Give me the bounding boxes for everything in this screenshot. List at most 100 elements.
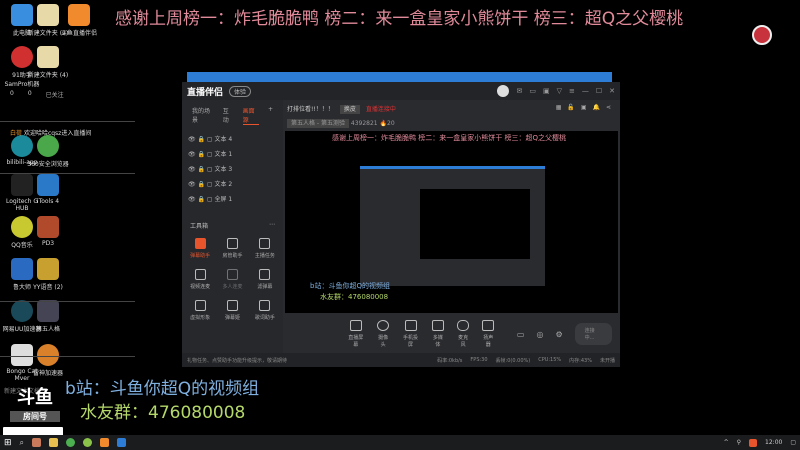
microphone-button[interactable]: 麦克风 (457, 320, 470, 348)
skin-icon[interactable]: ▣ (543, 87, 550, 95)
tab-interact[interactable]: 互动 (223, 106, 234, 125)
background-window (187, 72, 612, 82)
folder-icon[interactable] (49, 438, 59, 447)
control-bar: 直播屏幕 摄像头 手机投屏 多媒体 麦克风 扬声器 ▭ ◎ ⚙ 连接中... (285, 315, 618, 353)
microphone-icon (457, 320, 470, 331)
desktop-icon[interactable]: 360安全浏览器 (26, 135, 70, 168)
tool-item[interactable]: 视频连麦 (184, 269, 216, 290)
layer-label: 文本 1 (214, 151, 233, 158)
browser2-icon[interactable] (83, 438, 93, 447)
followed-label: 已关注 (45, 92, 64, 99)
bili-overlay-text: b站：斗鱼你超Q的视频组 (65, 379, 260, 399)
tool-item[interactable]: 滤弹幕 (249, 269, 281, 290)
douyu-taskbar-icon[interactable] (100, 438, 110, 447)
tool-item[interactable]: 多人连麦 (216, 269, 248, 290)
chevron-up-icon[interactable]: ^ (724, 439, 729, 446)
tool-label: 弹幕姬 (224, 315, 240, 321)
control-label: 直播屏幕 (348, 335, 364, 348)
speaker-button[interactable]: 扬声器 (482, 320, 495, 348)
fps: FPS:30 (470, 357, 488, 363)
download-icon (226, 269, 238, 280)
avatar[interactable] (497, 85, 510, 97)
admin-icon (226, 238, 238, 249)
hot-count: 20 (387, 120, 395, 127)
divider (0, 121, 135, 122)
add-source-icon[interactable]: + (268, 106, 273, 125)
game-category[interactable]: 第五人格 - 第五测验 (287, 119, 349, 128)
danmu-icon (194, 238, 206, 249)
icon-label: 斗鱼直播伴侣 (60, 30, 97, 37)
tool-item[interactable]: 歌词助手 (249, 300, 281, 321)
tool-item[interactable]: 虚拟形象 (184, 300, 216, 321)
tray-app-icon[interactable] (749, 438, 758, 447)
phone-cast-button[interactable]: 手机投屏 (402, 320, 420, 348)
maximize-icon[interactable]: ☐ (596, 87, 602, 95)
title-bar: 直播伴侣 体验 ✉ ▭ ▣ ▽ ≡ — ☐ ✕ (182, 82, 620, 100)
preview-qq-text: 水友群：476080008 (320, 293, 389, 301)
icon-label: 360安全浏览器 (27, 161, 69, 168)
preview-bili-text: b站：斗鱼你超Q的视频组 (310, 282, 390, 290)
tool-item[interactable]: 房管助手 (216, 238, 248, 259)
network-icon[interactable]: ⚲ (737, 439, 741, 446)
menu-icon[interactable]: ≡ (569, 87, 575, 95)
settings-icon[interactable]: ⚙ (555, 330, 562, 339)
icon-label: PD3 (41, 240, 55, 247)
message-icon[interactable]: ▭ (529, 87, 536, 95)
status-tip[interactable]: 礼物任务、点赞助手功能升级提示，敬请期待 (187, 357, 287, 364)
record-video-icon[interactable]: ▭ (517, 330, 525, 339)
room-title[interactable]: 打排位看!!！！！ (287, 106, 334, 113)
desktop-icon[interactable]: 雷神加速器 (26, 344, 70, 377)
eye-icon[interactable]: ◎ (536, 330, 543, 339)
phone-icon (404, 320, 417, 331)
stream-preview[interactable]: 感谢上周榜一：炸毛脆脆鸭 榜二：来一盒皇家小熊饼干 榜三：超Q之父樱桃 b站：斗… (285, 131, 618, 313)
toolbox: 工具箱 ⋯ 弹幕助手 房管助手 主播任务 视频连麦 多人连麦 滤弹幕 虚拟形象 弹… (182, 221, 283, 329)
tool-item[interactable]: 弹幕助手 (184, 238, 216, 259)
record-icon[interactable] (752, 25, 772, 45)
app-taskbar-icon[interactable] (117, 438, 127, 447)
douyu-logo: 斗鱼 房间号 (10, 383, 60, 422)
minimize-icon[interactable]: — (582, 87, 589, 95)
app-logo: 直播伴侣 (187, 87, 224, 98)
desktop-icon[interactable]: 第五人格 (26, 300, 70, 333)
tool-item[interactable]: 主播任务 (249, 238, 281, 259)
tab-sources[interactable]: 画面源 (242, 106, 259, 125)
start-live-button[interactable]: 连接中... (574, 323, 612, 345)
mail-icon[interactable]: ✉ (516, 87, 522, 95)
screen-capture-button[interactable]: 直播屏幕 (347, 320, 365, 348)
browser-icon[interactable] (66, 438, 76, 447)
more-icon[interactable]: ⋯ (269, 221, 275, 230)
filter-icon[interactable]: ▽ (557, 87, 562, 95)
tab-my-scenes[interactable]: 我的场景 (192, 106, 214, 125)
desktop-icon[interactable]: 新建文件夹 (4) (26, 46, 70, 79)
room-id: 4392821 (350, 120, 378, 127)
icon-label: 第五人格 (35, 326, 60, 333)
taskbar-app-icon[interactable] (32, 438, 42, 447)
desktop-icon[interactable]: 斗鱼直播伴侣 (57, 4, 101, 37)
danmu-counters: 0 0 已关注 (10, 90, 130, 99)
notification-icon[interactable]: ▢ (790, 439, 796, 446)
layer-item[interactable]: 👁 🔒 ▢ 文本 1 (182, 146, 283, 161)
room-action-icons[interactable]: ▦🔓▣🔔⋖ (556, 104, 617, 111)
layer-item[interactable]: 👁 🔒 ▢ 文本 2 (182, 176, 283, 191)
desktop-icon[interactable]: PD3 (26, 216, 70, 247)
category-tag[interactable]: 换皮 (339, 105, 360, 114)
tool-label: 主播任务 (254, 253, 275, 259)
icon-label: YY语音 (2) (33, 284, 63, 291)
tool-item[interactable]: 弹幕姬 (216, 300, 248, 321)
layer-label: 文本 3 (214, 166, 233, 173)
clock[interactable]: 12:00 (765, 439, 782, 446)
version-button[interactable]: 体验 (229, 85, 252, 97)
windows-start-icon[interactable]: ⊞ (4, 438, 12, 448)
layer-item[interactable]: 👁 🔒 ▢ 文本 3 (182, 161, 283, 176)
search-icon[interactable]: ⌕ (20, 438, 24, 448)
close-icon[interactable]: ✕ (609, 87, 615, 95)
layer-item[interactable]: 👁 🔒 ▢ 文本 4 (182, 131, 283, 146)
desktop-icon[interactable]: iTools 4 (26, 174, 70, 205)
media-button[interactable]: 多媒体 (431, 320, 444, 348)
layer-item[interactable]: 👁 🔒 ▢ 全屏 1 (182, 191, 283, 206)
camera-button[interactable]: 摄像头 (377, 320, 390, 348)
crown-count: 0 (27, 90, 32, 97)
tool-label: 虚拟形象 (190, 315, 211, 321)
bitrate: 码率:0kb/s (437, 357, 463, 364)
desktop-icon[interactable]: YY语音 (2) (26, 258, 70, 291)
